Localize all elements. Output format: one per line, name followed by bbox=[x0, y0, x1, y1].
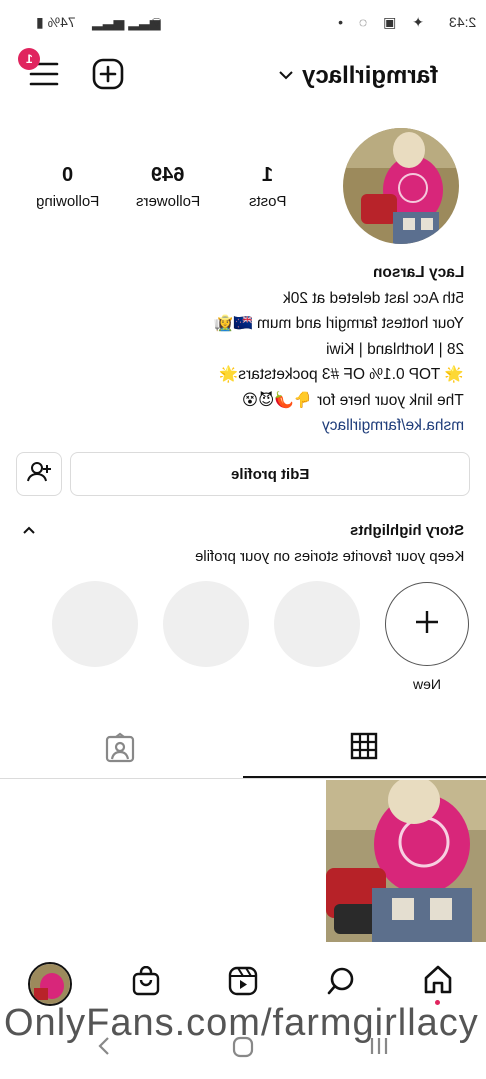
active-tab-indicator bbox=[243, 776, 486, 778]
stat-posts[interactable]: 1 Posts bbox=[218, 164, 318, 210]
notification-badge: 1 bbox=[18, 48, 40, 70]
home-tab[interactable] bbox=[422, 964, 454, 1001]
bio-line-1: 5th Acc last deleted at 20k bbox=[283, 289, 464, 307]
followers-count: 649 bbox=[151, 164, 185, 186]
edit-profile-label: Edit profile bbox=[230, 465, 310, 483]
back-nav-icon[interactable] bbox=[96, 1036, 112, 1061]
posts-label: Posts bbox=[249, 193, 287, 210]
battery-indicator: 74% ▮ bbox=[36, 14, 76, 31]
status-bar: 74% ▮ ▂▃▅ ▂▃▅ ⌔ • ◌ ▣ ✦ 2:43 bbox=[0, 8, 486, 36]
shopping-bag-icon bbox=[132, 965, 160, 1000]
posts-count: 1 bbox=[262, 164, 274, 186]
highlight-placeholder bbox=[52, 581, 138, 667]
tagged-person-icon bbox=[104, 732, 136, 768]
recents-nav-icon[interactable] bbox=[368, 1036, 390, 1061]
profile-tab-avatar[interactable] bbox=[28, 962, 72, 1006]
new-highlight-button[interactable] bbox=[385, 582, 469, 666]
search-icon bbox=[326, 967, 356, 1000]
tab-divider bbox=[0, 778, 486, 779]
add-user-button[interactable] bbox=[16, 452, 62, 496]
search-tab[interactable] bbox=[326, 966, 356, 1001]
wifi-icon: ⌔ bbox=[150, 14, 164, 30]
profile-username: farmgirllacy bbox=[302, 62, 439, 89]
post-thumbnail[interactable] bbox=[326, 780, 486, 942]
highlight-placeholder bbox=[274, 581, 360, 667]
battery-text: 74% bbox=[47, 14, 76, 30]
following-count: 0 bbox=[62, 164, 74, 186]
reels-tab[interactable] bbox=[228, 966, 258, 1001]
profile-bio: Lacy Larson 5th Acc last deleted at 20k … bbox=[24, 260, 464, 439]
chevron-down-icon bbox=[278, 67, 294, 85]
grid-tab[interactable] bbox=[350, 732, 378, 765]
chevron-up-icon[interactable] bbox=[22, 522, 36, 540]
battery-icon: ▮ bbox=[36, 14, 44, 30]
bio-line-2: Your hottest farmgirl and mum 🇳🇿👩‍🌾 bbox=[214, 315, 464, 332]
create-post-icon[interactable] bbox=[90, 56, 126, 92]
new-highlight-label: New bbox=[412, 676, 441, 692]
clock: 2:43 bbox=[448, 14, 476, 30]
add-person-icon bbox=[26, 461, 52, 487]
followers-label: Followers bbox=[135, 193, 201, 210]
bio-line-5: The link your here for 👇🌶️😈😵 bbox=[242, 391, 464, 409]
bio-link[interactable]: msha.ke/farmgirllacy bbox=[322, 413, 464, 439]
home-nav-icon[interactable] bbox=[232, 1036, 254, 1063]
stat-followers[interactable]: 649 Followers bbox=[118, 164, 218, 210]
edit-profile-button[interactable]: Edit profile bbox=[70, 452, 470, 496]
profile-avatar[interactable] bbox=[343, 128, 459, 244]
grid-icon bbox=[350, 732, 378, 764]
highlights-title: Story highlights bbox=[349, 522, 464, 539]
highlight-placeholder bbox=[163, 581, 249, 667]
profile-name: Lacy Larson bbox=[372, 264, 464, 281]
shop-tab[interactable] bbox=[132, 965, 160, 1001]
plus-icon bbox=[414, 609, 440, 640]
following-label: Following bbox=[36, 193, 100, 210]
stat-following[interactable]: 0 Following bbox=[18, 164, 118, 210]
account-switcher[interactable]: farmgirllacy bbox=[278, 62, 438, 90]
tagged-tab[interactable] bbox=[104, 732, 136, 769]
notification-icons: • ◌ ▣ ✦ bbox=[338, 14, 430, 30]
home-icon bbox=[422, 965, 454, 1000]
reels-icon bbox=[228, 966, 258, 1000]
bio-line-3: 28 | Northland | Kiwi bbox=[325, 340, 464, 358]
bio-line-4: 🌟 TOP 0.1% OF #3 pocketstars🌟 bbox=[219, 366, 464, 383]
highlights-subtitle: Keep your favorite stories on your profi… bbox=[194, 548, 464, 565]
